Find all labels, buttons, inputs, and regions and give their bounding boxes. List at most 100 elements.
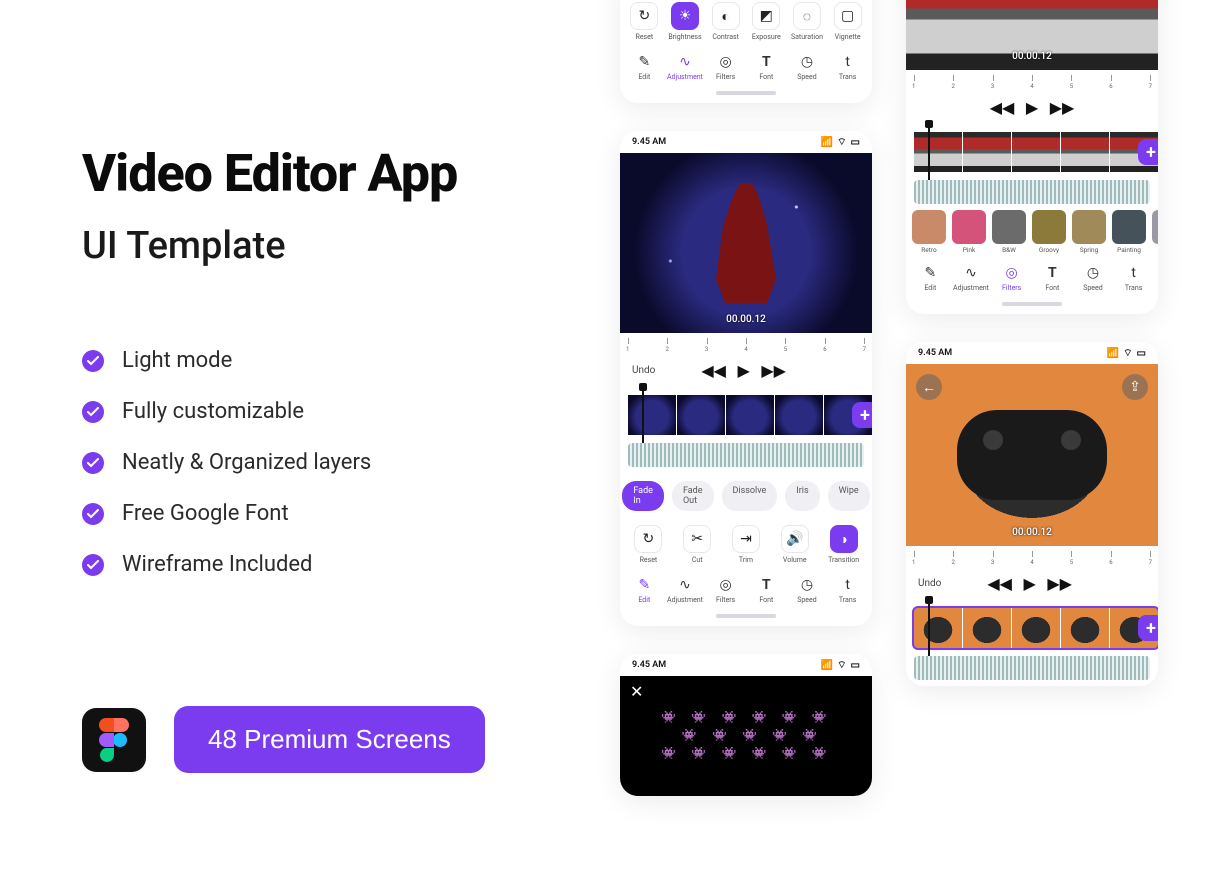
- action-reset[interactable]: ↻Reset: [624, 2, 664, 41]
- chip-fade-out[interactable]: Fade Out: [672, 481, 714, 511]
- drag-handle[interactable]: [1002, 302, 1062, 306]
- playhead[interactable]: [928, 124, 930, 180]
- undo-button[interactable]: Undo: [632, 365, 655, 376]
- playhead[interactable]: [642, 387, 644, 443]
- video-timestamp: 00.00.12: [1012, 51, 1052, 62]
- undo-button[interactable]: Undo: [918, 578, 941, 589]
- video-preview[interactable]: 00.00.12: [620, 153, 872, 333]
- back-button[interactable]: ←: [916, 374, 942, 400]
- clip-thumbnails[interactable]: [628, 395, 872, 435]
- playhead[interactable]: [928, 600, 930, 656]
- video-preview[interactable]: 00.00.12: [906, 0, 1158, 70]
- action-exposure[interactable]: ◩Exposure: [746, 2, 786, 41]
- rewind-button[interactable]: ◀◀: [994, 99, 1010, 115]
- action-trim[interactable]: ⇥Trim: [726, 525, 766, 564]
- nav-edit[interactable]: ✎Edit: [624, 53, 664, 81]
- action-contrast[interactable]: ◐Contrast: [706, 2, 746, 41]
- filter-swatch: [952, 210, 986, 244]
- nav-font[interactable]: TFont: [746, 576, 786, 604]
- drag-handle[interactable]: [716, 614, 776, 618]
- forward-button[interactable]: ▶▶: [1052, 575, 1068, 591]
- timeline-thumbnails[interactable]: +: [620, 387, 872, 443]
- feature-label: Fully customizable: [122, 399, 304, 424]
- mockup-game-preview: 9.45 AM 📶⌔▭ ✕ 👾 👾 👾 👾 👾 👾 👾 👾 👾 👾 👾 👾 👾 …: [620, 654, 872, 796]
- action-brightness[interactable]: ☀Brightness: [665, 2, 705, 41]
- nav-filters[interactable]: ◎Filters: [706, 53, 746, 81]
- editor-bottom-nav: ✎Edit ∿Adjustment ◎Filters TFont ◷Speed …: [620, 47, 872, 87]
- chip-wipe[interactable]: Wipe: [828, 481, 870, 511]
- nav-adjustment[interactable]: ∿Adjustment: [951, 264, 991, 292]
- close-button[interactable]: ✕: [630, 684, 647, 702]
- rewind-button[interactable]: ◀◀: [992, 575, 1008, 591]
- play-button[interactable]: ▶: [1024, 99, 1040, 115]
- forward-button[interactable]: ▶▶: [766, 362, 782, 378]
- filter-painting[interactable]: Painting: [1112, 210, 1146, 254]
- filter-presets: Retro Pink B&W Groovy Spring Painting Fa…: [906, 210, 1158, 258]
- action-cut[interactable]: ✂Cut: [677, 525, 717, 564]
- filter-groovy[interactable]: Groovy: [1032, 210, 1066, 254]
- reset-icon: ↻: [630, 2, 658, 30]
- audio-waveform[interactable]: [628, 443, 864, 467]
- drag-handle[interactable]: [716, 91, 776, 95]
- chip-iris[interactable]: Iris: [785, 481, 819, 511]
- mockup-editor-gamepad: 9.45 AM 📶⌔▭ ← ⇪ 00.00.12 1234567 Undo ◀◀…: [906, 342, 1158, 686]
- add-clip-button[interactable]: +: [1138, 139, 1158, 165]
- action-saturation[interactable]: ◌Saturation: [787, 2, 827, 41]
- nav-transition[interactable]: tTrans: [828, 53, 868, 81]
- transition-icon: t: [1125, 264, 1143, 282]
- timeline-thumbnails[interactable]: +: [906, 124, 1158, 180]
- filter-spring[interactable]: Spring: [1072, 210, 1106, 254]
- nav-speed[interactable]: ◷Speed: [1073, 264, 1113, 292]
- status-bar: 9.45 AM 📶⌔▭: [620, 131, 872, 153]
- nav-filters[interactable]: ◎Filters: [706, 576, 746, 604]
- play-button[interactable]: ▶: [1022, 575, 1038, 591]
- premium-screens-button[interactable]: 48 Premium Screens: [174, 706, 485, 773]
- status-bar: 9.45 AM 📶⌔▭: [906, 342, 1158, 364]
- action-vignette[interactable]: ▢Vignette: [828, 2, 868, 41]
- filter-bw[interactable]: B&W: [992, 210, 1026, 254]
- timeline-ruler[interactable]: 1234567: [906, 70, 1158, 90]
- timeline-ruler[interactable]: 1234567: [620, 333, 872, 353]
- action-reset[interactable]: ↻Reset: [628, 525, 668, 564]
- timeline-ruler[interactable]: 1234567: [906, 546, 1158, 566]
- nav-font[interactable]: TFont: [746, 53, 786, 81]
- clip-thumbnails[interactable]: [914, 132, 1158, 172]
- saturation-icon: ◌: [793, 2, 821, 30]
- feature-item: Free Google Font: [82, 501, 582, 526]
- timeline-thumbnails[interactable]: +: [906, 600, 1158, 656]
- action-volume[interactable]: 🔊Volume: [775, 525, 815, 564]
- nav-transition[interactable]: tTrans: [828, 576, 868, 604]
- add-clip-button[interactable]: +: [852, 402, 872, 428]
- battery-icon: ▭: [851, 660, 860, 671]
- nav-filters[interactable]: ◎Filters: [992, 264, 1032, 292]
- play-button[interactable]: ▶: [736, 362, 752, 378]
- video-preview[interactable]: ← ⇪ 00.00.12: [906, 364, 1158, 546]
- nav-adjustment[interactable]: ∿Adjustment: [665, 576, 705, 604]
- filter-pink[interactable]: Pink: [952, 210, 986, 254]
- filter-fade[interactable]: Fade: [1152, 210, 1158, 254]
- forward-button[interactable]: ▶▶: [1054, 99, 1070, 115]
- share-button[interactable]: ⇪: [1122, 374, 1148, 400]
- transition-chips: Fade In Fade Out Dissolve Iris Wipe: [620, 473, 872, 519]
- clip-thumbnails[interactable]: [914, 608, 1158, 648]
- audio-waveform[interactable]: [914, 180, 1150, 204]
- nav-font[interactable]: TFont: [1032, 264, 1072, 292]
- filter-retro[interactable]: Retro: [912, 210, 946, 254]
- video-timestamp: 00.00.12: [726, 314, 766, 325]
- nav-transition[interactable]: tTrans: [1114, 264, 1154, 292]
- chip-fade-in[interactable]: Fade In: [622, 481, 664, 511]
- nav-speed[interactable]: ◷Speed: [787, 53, 827, 81]
- action-transition[interactable]: ◑Transition: [824, 525, 864, 564]
- nav-speed[interactable]: ◷Speed: [787, 576, 827, 604]
- nav-edit[interactable]: ✎Edit: [910, 264, 950, 292]
- filters-icon: ◎: [717, 576, 735, 594]
- font-icon: T: [1043, 264, 1061, 282]
- audio-waveform[interactable]: [914, 656, 1150, 680]
- rewind-button[interactable]: ◀◀: [706, 362, 722, 378]
- chip-dissolve[interactable]: Dissolve: [722, 481, 778, 511]
- add-clip-button[interactable]: +: [1138, 615, 1158, 641]
- video-preview[interactable]: ✕ 👾 👾 👾 👾 👾 👾 👾 👾 👾 👾 👾 👾 👾 👾 👾 👾 👾: [620, 676, 872, 796]
- video-timestamp: 00.00.12: [1012, 527, 1052, 538]
- nav-edit[interactable]: ✎Edit: [624, 576, 664, 604]
- nav-adjustment[interactable]: ∿Adjustment: [665, 53, 705, 81]
